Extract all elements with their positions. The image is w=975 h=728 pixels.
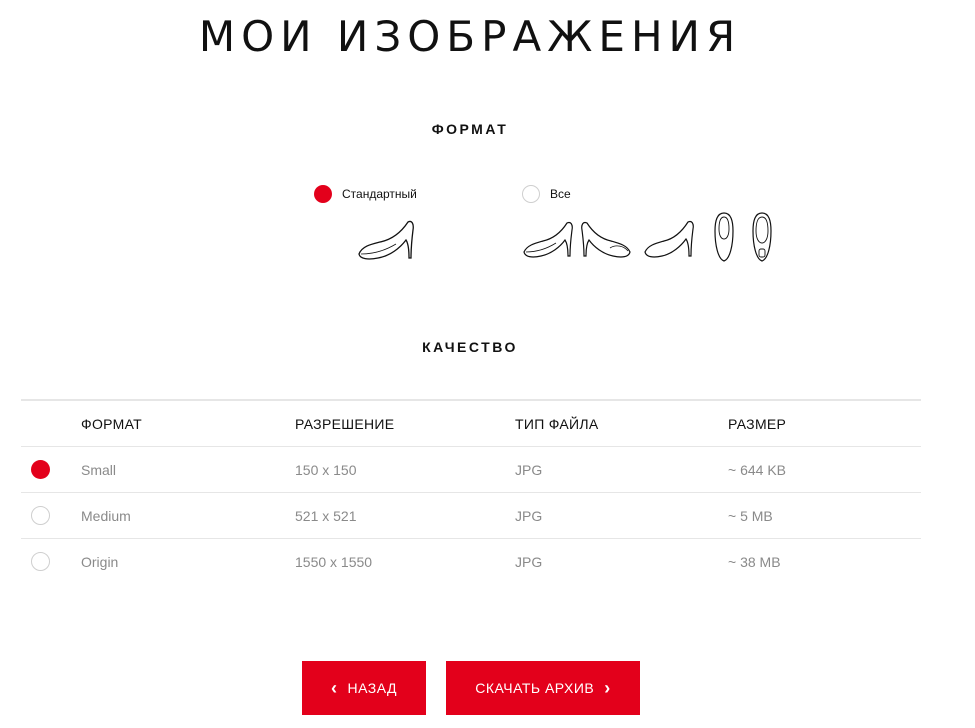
quality-origin-radio[interactable] [31,552,50,571]
shoe-front-side-icon [580,220,634,260]
row-resolution: 150 x 150 [295,446,515,493]
row-format: Small [81,446,295,493]
row-file-type: JPG [515,492,728,539]
format-heading: ФОРМАТ [431,121,509,137]
page-title: МОИ ИЗОБРАЖЕНИЯ [198,12,742,61]
back-button[interactable]: ‹ НАЗАД [302,661,426,715]
format-standard-label: Стандартный [342,187,417,201]
column-header-format: ФОРМАТ [81,399,295,447]
shoe-side-right-icon [643,218,695,260]
column-header-file-type: ТИП ФАЙЛА [515,399,728,447]
row-size: ~ 5 MB [728,492,921,539]
download-button-label: СКАЧАТЬ АРХИВ [475,680,595,696]
shoe-side-icon [356,218,416,262]
shoe-side-icon [522,220,574,260]
column-header-resolution: РАЗРЕШЕНИЕ [295,399,515,447]
row-format: Origin [81,538,295,584]
table-header-row: ФОРМАТ РАЗРЕШЕНИЕ ТИП ФАЙЛА РАЗМЕР [21,399,921,447]
row-file-type: JPG [515,538,728,584]
table-row[interactable]: Small 150 x 150 JPG ~ 644 KB [21,446,921,493]
format-all-radio[interactable] [522,185,540,203]
column-header-size: РАЗМЕР [728,399,921,447]
quality-small-radio[interactable] [31,460,50,479]
format-all-label: Все [550,187,571,201]
row-file-type: JPG [515,446,728,493]
quality-heading: КАЧЕСТВО [422,339,518,355]
format-option-all[interactable]: Все [522,185,571,203]
row-format: Medium [81,492,295,539]
row-size: ~ 38 MB [728,538,921,584]
table-row[interactable]: Origin 1550 x 1550 JPG ~ 38 MB [21,538,921,584]
chevron-left-icon: ‹ [330,678,338,698]
format-standard-radio[interactable] [314,185,332,203]
quality-medium-radio[interactable] [31,506,50,525]
row-resolution: 1550 x 1550 [295,538,515,584]
shoe-top-icon [712,211,736,263]
table-row[interactable]: Medium 521 x 521 JPG ~ 5 MB [21,492,921,539]
row-resolution: 521 x 521 [295,492,515,539]
chevron-right-icon: › [604,678,611,698]
row-size: ~ 644 KB [728,446,921,493]
shoe-sole-icon [750,211,774,263]
download-archive-button[interactable]: СКАЧАТЬ АРХИВ › [446,661,640,715]
quality-table: ФОРМАТ РАЗРЕШЕНИЕ ТИП ФАЙЛА РАЗМЕР Small… [21,399,921,584]
back-button-label: НАЗАД [347,680,398,696]
format-option-standard[interactable]: Стандартный [314,185,417,203]
column-header-select [21,399,81,447]
